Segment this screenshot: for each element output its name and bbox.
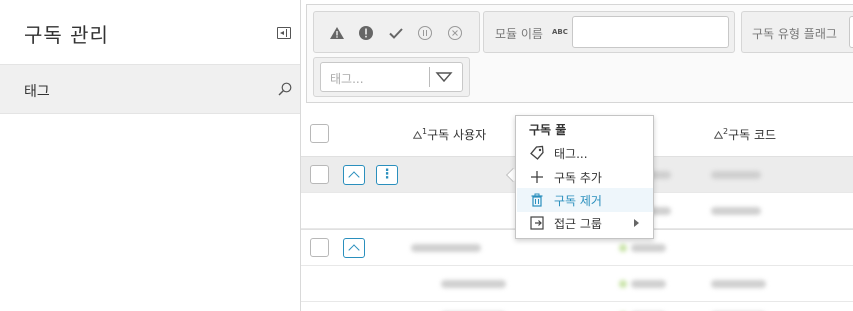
error-icon[interactable] [358,25,374,41]
status-filter-group [313,11,480,53]
row-checkbox[interactable] [310,238,329,257]
row-checkbox[interactable] [310,165,329,184]
module-name-label: 모듈 이름 [495,27,543,41]
check-icon[interactable] [388,25,404,41]
redacted-value [631,244,666,252]
column-header-subscription-code[interactable]: 2구독 코드 [713,126,777,143]
status-indicator [619,244,627,252]
tag-select[interactable]: 태그... [320,62,463,92]
menu-item-add-subscription[interactable]: 구독 추가 [517,165,653,189]
collapse-row-button[interactable] [343,238,365,258]
module-name-input[interactable] [572,16,729,48]
redacted-value [711,280,766,288]
module-name-filter: 모듈 이름 ABC [483,11,735,53]
filter-bar: 모듈 이름 ABC 구독 유형 플래그 태그... [306,4,853,103]
divider [429,67,430,87]
redacted-value [631,280,666,288]
menu-item-label: 접근 그룹 [554,217,602,231]
menu-item-access-group[interactable]: 접근 그룹 [517,211,653,235]
row-actions-button[interactable]: ⋮ [376,165,398,185]
table-row[interactable] [301,302,853,311]
collapse-panel-icon[interactable] [277,27,291,39]
page-title: 구독 관리 [24,23,109,47]
plus-icon [531,171,543,183]
redacted-value [411,244,481,252]
text-type-badge: ABC [552,28,568,36]
redacted-value [711,171,761,179]
subscription-type-flag-label: 구독 유형 플래그 [752,27,837,41]
sidebar: 구독 관리 태그 [0,0,301,311]
context-menu-title: 구독 풀 [529,123,567,137]
sort-ascending-icon [713,130,724,139]
tag-icon [530,145,544,160]
subscription-type-flag-input[interactable] [849,16,853,48]
table-row[interactable] [301,266,853,302]
redacted-value [441,280,506,288]
search-icon[interactable] [278,82,292,96]
column-label: 구독 사용자 [427,128,487,142]
sort-ascending-icon [412,130,423,139]
status-indicator [619,280,627,288]
tag-filter-group: 태그... [313,57,470,97]
menu-item-label: 태그... [554,147,588,161]
pause-icon[interactable] [417,25,433,41]
redacted-value [711,207,761,215]
sidebar-item-label: 태그 [24,84,50,100]
menu-item-label: 구독 제거 [554,194,602,208]
chevron-down-icon[interactable] [434,68,454,86]
column-header-subscription-user[interactable]: 1구독 사용자 [412,126,487,143]
cancel-icon[interactable] [447,25,463,41]
access-group-icon [530,216,544,230]
warning-icon[interactable] [329,25,345,41]
sidebar-header: 구독 관리 [0,0,300,64]
menu-item-label: 구독 추가 [554,171,602,185]
submenu-arrow-icon [634,219,639,227]
select-all-checkbox[interactable] [310,124,329,143]
menu-item-remove-subscription[interactable]: 구독 제거 [517,188,653,212]
sidebar-item-tags[interactable]: 태그 [0,64,300,114]
collapse-row-button[interactable] [343,165,365,185]
trash-icon [531,193,543,207]
menu-item-tag[interactable]: 태그... [517,141,653,165]
column-label: 구독 코드 [728,128,777,142]
context-menu: 구독 풀 태그... 구독 추가 구독 제거 접근 그룹 [515,115,654,239]
subscription-type-flag-filter: 구독 유형 플래그 [741,11,853,53]
tag-select-placeholder: 태그... [330,72,364,86]
